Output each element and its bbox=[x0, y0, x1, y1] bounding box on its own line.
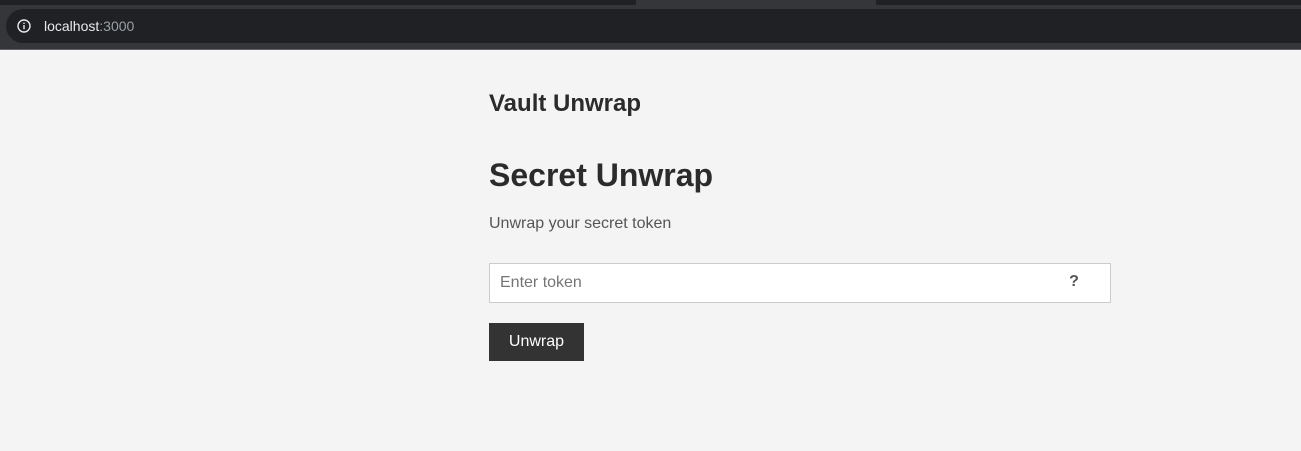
token-field-group: ? bbox=[489, 263, 1111, 303]
url-text[interactable]: localhost:3000 bbox=[44, 17, 134, 35]
token-input[interactable] bbox=[489, 263, 1111, 303]
unwrap-button[interactable]: Unwrap bbox=[489, 323, 584, 361]
page-subtitle: Unwrap your secret token bbox=[489, 215, 672, 232]
site-title: Vault Unwrap bbox=[489, 90, 642, 117]
info-icon[interactable] bbox=[17, 19, 31, 33]
browser-chrome: localhost:3000 bbox=[0, 0, 1301, 50]
url-port: :3000 bbox=[99, 18, 135, 34]
address-bar[interactable]: localhost:3000 bbox=[6, 9, 1301, 43]
page-title: Secret Unwrap bbox=[489, 157, 714, 193]
url-host: localhost bbox=[44, 18, 100, 34]
active-tab[interactable] bbox=[636, 0, 876, 5]
question-mark-icon[interactable]: ? bbox=[1067, 272, 1081, 292]
tab-strip bbox=[0, 0, 1301, 5]
chrome-divider bbox=[0, 49, 1301, 50]
